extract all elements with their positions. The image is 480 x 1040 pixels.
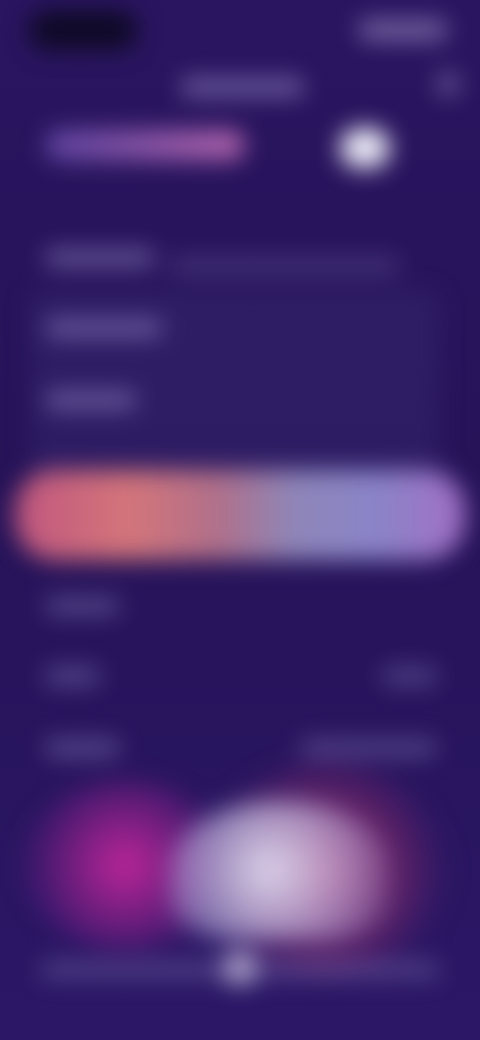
setting-label-placeholder bbox=[45, 668, 100, 684]
highlight-pill bbox=[45, 130, 245, 160]
status-pill bbox=[28, 10, 138, 50]
blurred-content-layer bbox=[0, 0, 480, 1040]
gradient-banner bbox=[15, 470, 465, 560]
toggle-switch[interactable] bbox=[340, 128, 390, 168]
light-glow bbox=[170, 800, 390, 940]
section-heading-placeholder bbox=[45, 598, 120, 614]
setting-value-placeholder bbox=[382, 668, 437, 684]
list-row-label bbox=[45, 392, 137, 408]
list-row-label bbox=[45, 320, 163, 336]
header-action-icon[interactable] bbox=[436, 72, 460, 96]
bottom-center-dot[interactable] bbox=[222, 950, 258, 986]
setting-value-placeholder bbox=[300, 740, 437, 756]
list-row-divider bbox=[170, 258, 400, 274]
status-icons bbox=[358, 20, 448, 40]
page-title-placeholder bbox=[180, 78, 305, 96]
blurred-screen bbox=[0, 0, 480, 1040]
setting-label-placeholder bbox=[45, 740, 120, 756]
list-row-label bbox=[45, 250, 155, 266]
